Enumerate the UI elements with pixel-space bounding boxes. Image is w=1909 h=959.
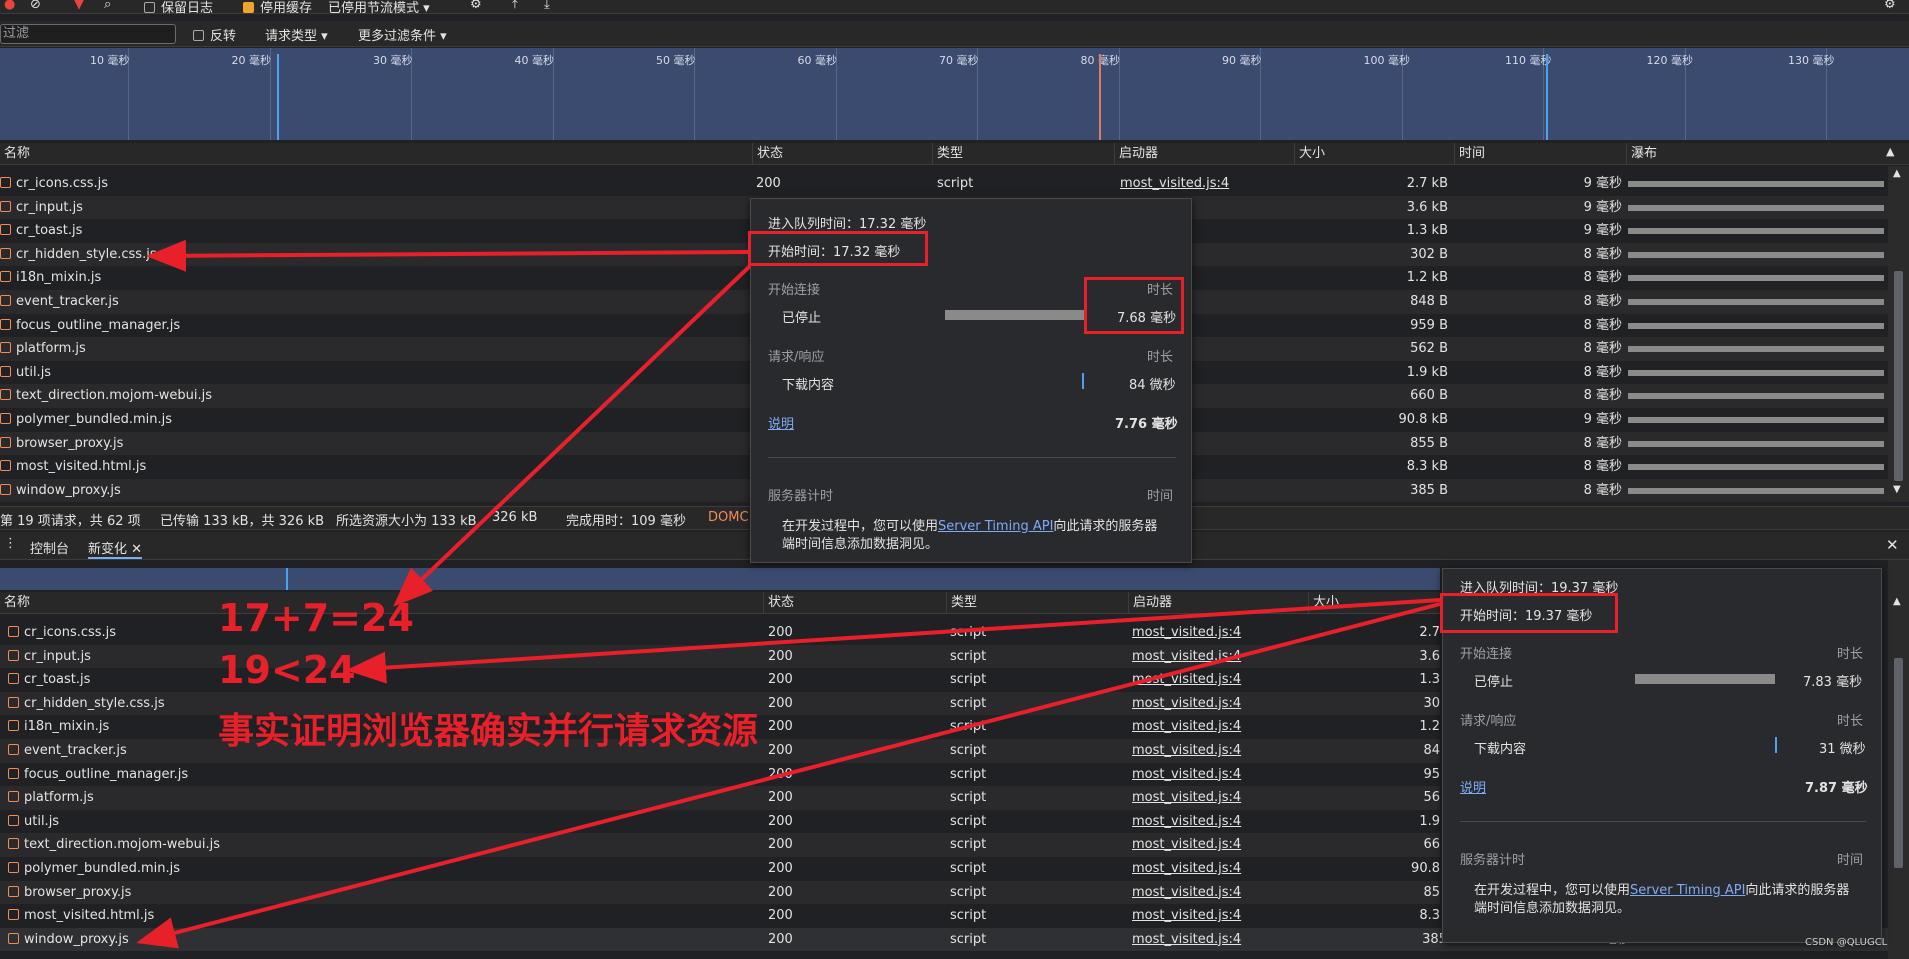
annotation-comparison: 19<24	[218, 648, 356, 692]
watermark: CSDN @QLUGCL	[1805, 937, 1888, 948]
arrow-to-equation	[393, 264, 752, 607]
annotation-arrows	[136, 239, 1441, 949]
arrow-to-comparison	[346, 598, 1441, 684]
annotation-equation: 17+7=24	[218, 596, 414, 640]
arrow-to-cr-hidden-style	[146, 239, 749, 272]
annotation-conclusion: 事实证明浏览器确实并行请求资源	[218, 711, 759, 752]
